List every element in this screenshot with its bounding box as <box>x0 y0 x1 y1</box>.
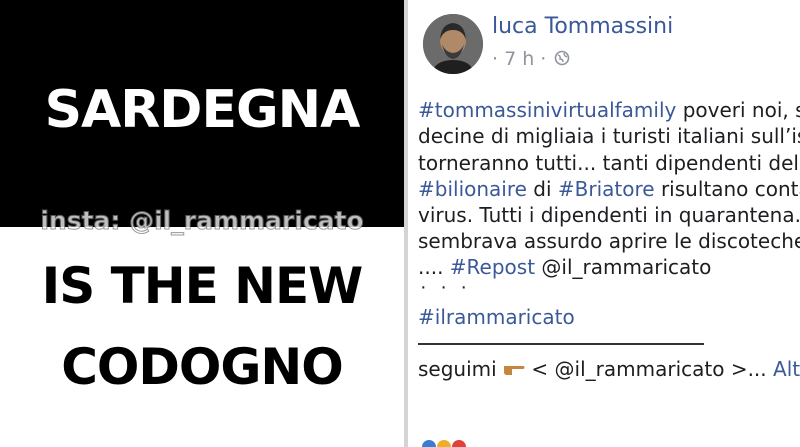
meme-line-3: CODOGNO <box>61 338 344 396</box>
pointing-hand-icon <box>503 357 525 381</box>
post-text: < @il_rammaricato >... <box>525 357 774 381</box>
post-line-5: virus. Tutti i dipendenti in quarantena.… <box>418 203 800 227</box>
post-line-3: torneranno tutti... tanti dipendenti del <box>418 151 799 175</box>
globe-icon <box>554 49 570 71</box>
post-line-1: #tommassinivirtualfamily poveri noi, son… <box>418 98 800 122</box>
post-separator <box>418 343 704 345</box>
post-text: @il_rammaricato <box>535 255 712 279</box>
facebook-post: luca Tommassini · 7 h · #tommassinivirtu… <box>408 0 800 447</box>
post-text: poveri noi, sono <box>682 98 800 122</box>
post-dots: · · · <box>420 276 472 298</box>
post-meta: · 7 h · <box>492 48 570 71</box>
post-line-4: #bilionaire di #Briatore risultano conta… <box>418 177 800 201</box>
avatar[interactable] <box>423 14 483 74</box>
meme-line-1: SARDEGNA <box>44 80 361 140</box>
post-text: di <box>526 177 558 201</box>
hashtag-link[interactable]: #bilionaire <box>418 177 527 201</box>
post-author-name[interactable]: luca Tommassini <box>492 14 673 39</box>
meme-image: SARDEGNA insta: @il_rammaricato IS THE N… <box>0 0 404 447</box>
reaction-icons[interactable] <box>422 440 492 447</box>
meme-watermark: insta: @il_rammaricato <box>40 206 364 236</box>
post-text: seguimi <box>418 357 504 381</box>
hashtag-link[interactable]: #Briatore <box>558 177 655 201</box>
post-text: risultano contagiati dal <box>660 177 800 201</box>
see-more-link[interactable]: Altro <box>773 357 800 381</box>
post-line-2: decine di migliaia i turisti italiani su… <box>418 124 800 148</box>
hashtag-link[interactable]: #ilrammaricato <box>418 305 575 329</box>
meme-line-2: IS THE NEW <box>41 257 364 315</box>
post-time[interactable]: · 7 h · <box>492 48 546 70</box>
hashtag-link[interactable]: #tommassinivirtualfamily <box>418 98 676 122</box>
post-footer-line: seguimi < @il_rammaricato >... Altro <box>418 357 800 381</box>
post-line-6: sembrava assurdo aprire le discoteche co… <box>418 229 800 253</box>
post-line-8: #ilrammaricato <box>418 305 575 329</box>
